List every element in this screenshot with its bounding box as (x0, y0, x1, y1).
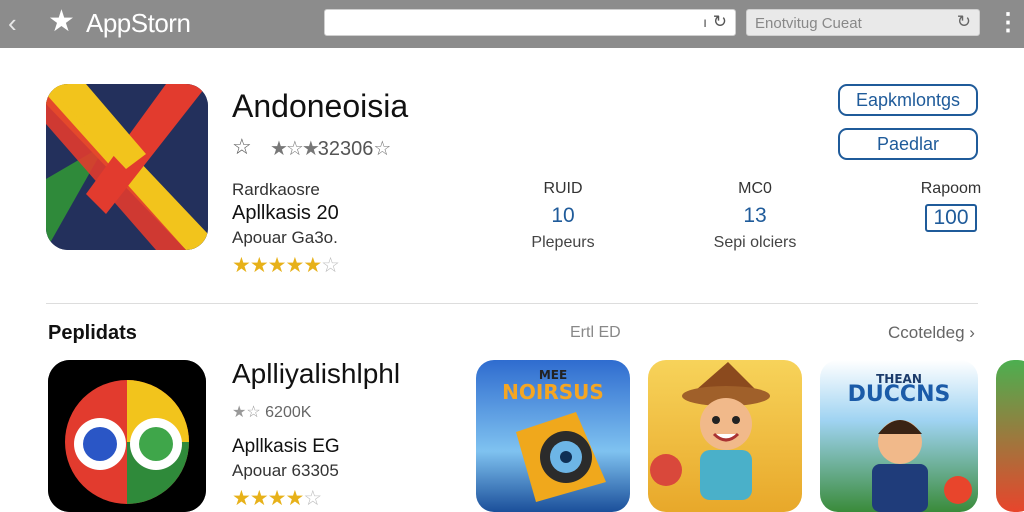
refresh-icon[interactable]: ↻ (957, 12, 971, 32)
stat-value: 13 (743, 204, 767, 227)
reload-icon[interactable]: ↻ (713, 12, 727, 32)
app-name: Andoneoisia (232, 88, 409, 124)
app-developer: Apouar Ga3o. (232, 228, 338, 247)
star-icon: ★ (48, 5, 75, 38)
stat-sub: Plepeurs (531, 234, 595, 251)
info-icon: ı (703, 14, 707, 30)
app-icon (46, 84, 208, 250)
stat-value: 10 (551, 204, 575, 227)
stat-2: MC0 13 Sepi olciers (700, 180, 810, 252)
app-version: Apllkasis 20 (232, 202, 339, 224)
stat-1: RUID 10 Plepeurs (518, 180, 608, 252)
stat-label: Rapoom (920, 180, 982, 197)
rating-row: ★☆★32306☆ (270, 136, 391, 161)
see-all-label: Ccoteldeg (888, 323, 965, 342)
search-field[interactable]: Enotvitug Cueat ↻ (746, 9, 980, 36)
section-subtitle: Ertl ED (570, 324, 621, 341)
stat-label: MC0 (738, 180, 772, 197)
tile-title: NOIRSUS (502, 380, 604, 404)
camera-lens-icon (516, 412, 606, 502)
stat-3: Rapoom 100 (906, 180, 996, 232)
primary-button[interactable]: Eapkmlontgs (838, 84, 978, 116)
rating-stars: ★☆★ (270, 138, 320, 160)
app2-rating: ★☆ 6200K (232, 402, 311, 422)
app2-name: Aplliyalishlphl (232, 358, 401, 389)
app2-icon (48, 360, 206, 512)
more-menu-icon[interactable]: ⋮ (996, 8, 1020, 38)
stat-sub: Sepi olciers (713, 234, 797, 251)
cartoon-character-icon (650, 362, 770, 500)
stat-value: 100 (925, 204, 977, 232)
star-outline-icon: ☆ (232, 134, 252, 159)
app-tile-2[interactable] (648, 360, 802, 512)
star-filled-icon: ★★★★ (232, 487, 304, 510)
app2-rating-stars: ★☆ (232, 404, 266, 421)
star-filled-icon: ★★★★ (232, 254, 304, 277)
search-placeholder: Enotvitug Cueat (755, 15, 862, 32)
app2-version: Apllkasis EG (232, 436, 340, 457)
star-empty-icon: ☆ (321, 254, 340, 277)
top-bar: ‹ ★ AppStorn ı ↻ Enotvitug Cueat ↻ ⋮ (0, 0, 1024, 48)
chevron-left-icon[interactable]: ‹ (8, 9, 30, 37)
rating-count: 32306 (317, 138, 374, 160)
secondary-button[interactable]: Paedlar (838, 128, 978, 160)
see-all-link[interactable]: Ccoteldeg › (888, 323, 975, 343)
section-title: Peplidats (48, 322, 137, 344)
app-stars: ★★★★★☆ (232, 253, 340, 278)
app-tile-3[interactable]: THEAN DUCCNS (820, 360, 978, 512)
rating-trailing-star: ☆ (373, 138, 391, 160)
app-category: Rardkaosre (232, 180, 320, 199)
cartoon-person-icon (872, 420, 972, 512)
app2-stars: ★★★★☆ (232, 486, 322, 511)
app-tile-4[interactable] (996, 360, 1024, 512)
app2-developer: Apouar 63305 (232, 461, 339, 480)
divider (46, 303, 978, 304)
app-tile-1[interactable]: MEE NOIRSUS (476, 360, 630, 512)
url-bar[interactable]: ı ↻ (324, 9, 736, 36)
star-half-icon: ★ (303, 254, 322, 277)
app2-rating-count: 6200K (265, 404, 312, 421)
chevron-right-icon: › (969, 323, 975, 342)
star-empty-icon: ☆ (303, 487, 322, 510)
stat-label: RUID (543, 180, 583, 197)
app-title: AppStorn (86, 8, 191, 38)
tile-title: DUCCNS (847, 382, 951, 407)
